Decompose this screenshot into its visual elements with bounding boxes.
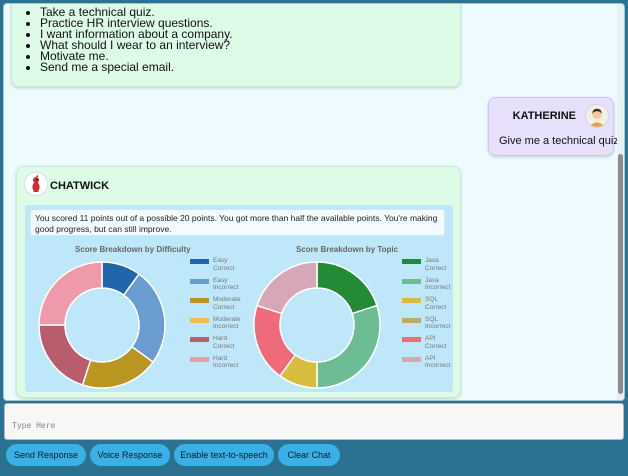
legend-swatch	[402, 278, 421, 284]
chart-title: Score Breakdown by Topic	[296, 245, 399, 254]
scrollbar-thumb[interactable]	[618, 154, 623, 394]
chat-scrollbar[interactable]	[617, 4, 624, 400]
legend-label: Moderate Incorrect	[213, 315, 241, 331]
legend-label: API Correct	[425, 335, 447, 350]
legend-label: Moderate Correct	[213, 296, 241, 311]
legend-label: Hard Correct	[213, 335, 235, 350]
donut-hole	[66, 289, 138, 361]
legend-swatch	[190, 317, 209, 323]
quiz-result-panel: You scored 11 points out of a possible 2…	[25, 205, 453, 392]
user-message-text: Give me a technical quiz	[499, 135, 619, 147]
send-response-button[interactable]: Send Response	[6, 444, 86, 466]
legend-swatch	[190, 337, 209, 342]
message-input[interactable]	[5, 404, 623, 439]
voice-response-button[interactable]: Voice Response	[90, 444, 170, 466]
user-message: KATHERINE Give me a technical quiz	[488, 97, 619, 156]
legend-label: Java Incorrect	[425, 276, 451, 292]
score-summary: You scored 11 points out of a possible 2…	[30, 209, 445, 236]
donut-hole	[281, 289, 353, 361]
bot-message-quiz-result: CHATWICK You scored 11 points out of a p…	[16, 166, 461, 398]
legend-swatch	[190, 278, 209, 284]
suggestion-item[interactable]: Send me a special email.	[40, 61, 233, 73]
chat-app: Take a technical quiz. Practice HR inter…	[0, 0, 628, 476]
legend-swatch	[402, 298, 421, 303]
legend-label: Easy Incorrect	[213, 276, 239, 292]
clear-chat-button[interactable]: Clear Chat	[278, 444, 340, 466]
legend-label: SQL Incorrect	[425, 315, 451, 331]
legend-swatch	[190, 298, 209, 303]
person-avatar-icon	[585, 104, 609, 128]
legend-swatch	[402, 317, 421, 323]
bot-message-menu: Take a technical quiz. Practice HR inter…	[11, 4, 461, 87]
legend-label: API Incorrect	[425, 354, 451, 370]
legend-swatch	[402, 337, 421, 342]
message-input-container	[4, 403, 624, 440]
difficulty-donut-chart	[38, 261, 166, 389]
chart-title: Score Breakdown by Difficulty	[75, 245, 191, 254]
legend-swatch	[190, 259, 209, 264]
chat-window: Take a technical quiz. Practice HR inter…	[3, 3, 625, 401]
legend-swatch	[402, 259, 421, 264]
legend-label: SQL Correct	[425, 296, 447, 311]
legend-label: Hard Incorrect	[213, 354, 239, 370]
suggestion-list: Take a technical quiz. Practice HR inter…	[12, 6, 233, 73]
bot-name: CHATWICK	[50, 180, 110, 192]
legend-label: Easy Correct	[213, 257, 235, 272]
legend-label: Java Correct	[425, 257, 447, 272]
enable-tts-button[interactable]: Enable text-to-speech	[174, 444, 274, 466]
user-name: KATHERINE	[512, 110, 576, 122]
topic-donut-chart	[253, 261, 381, 389]
legend-swatch	[190, 356, 209, 362]
legend-swatch	[402, 356, 421, 362]
chatwick-mascot-icon	[24, 172, 48, 196]
